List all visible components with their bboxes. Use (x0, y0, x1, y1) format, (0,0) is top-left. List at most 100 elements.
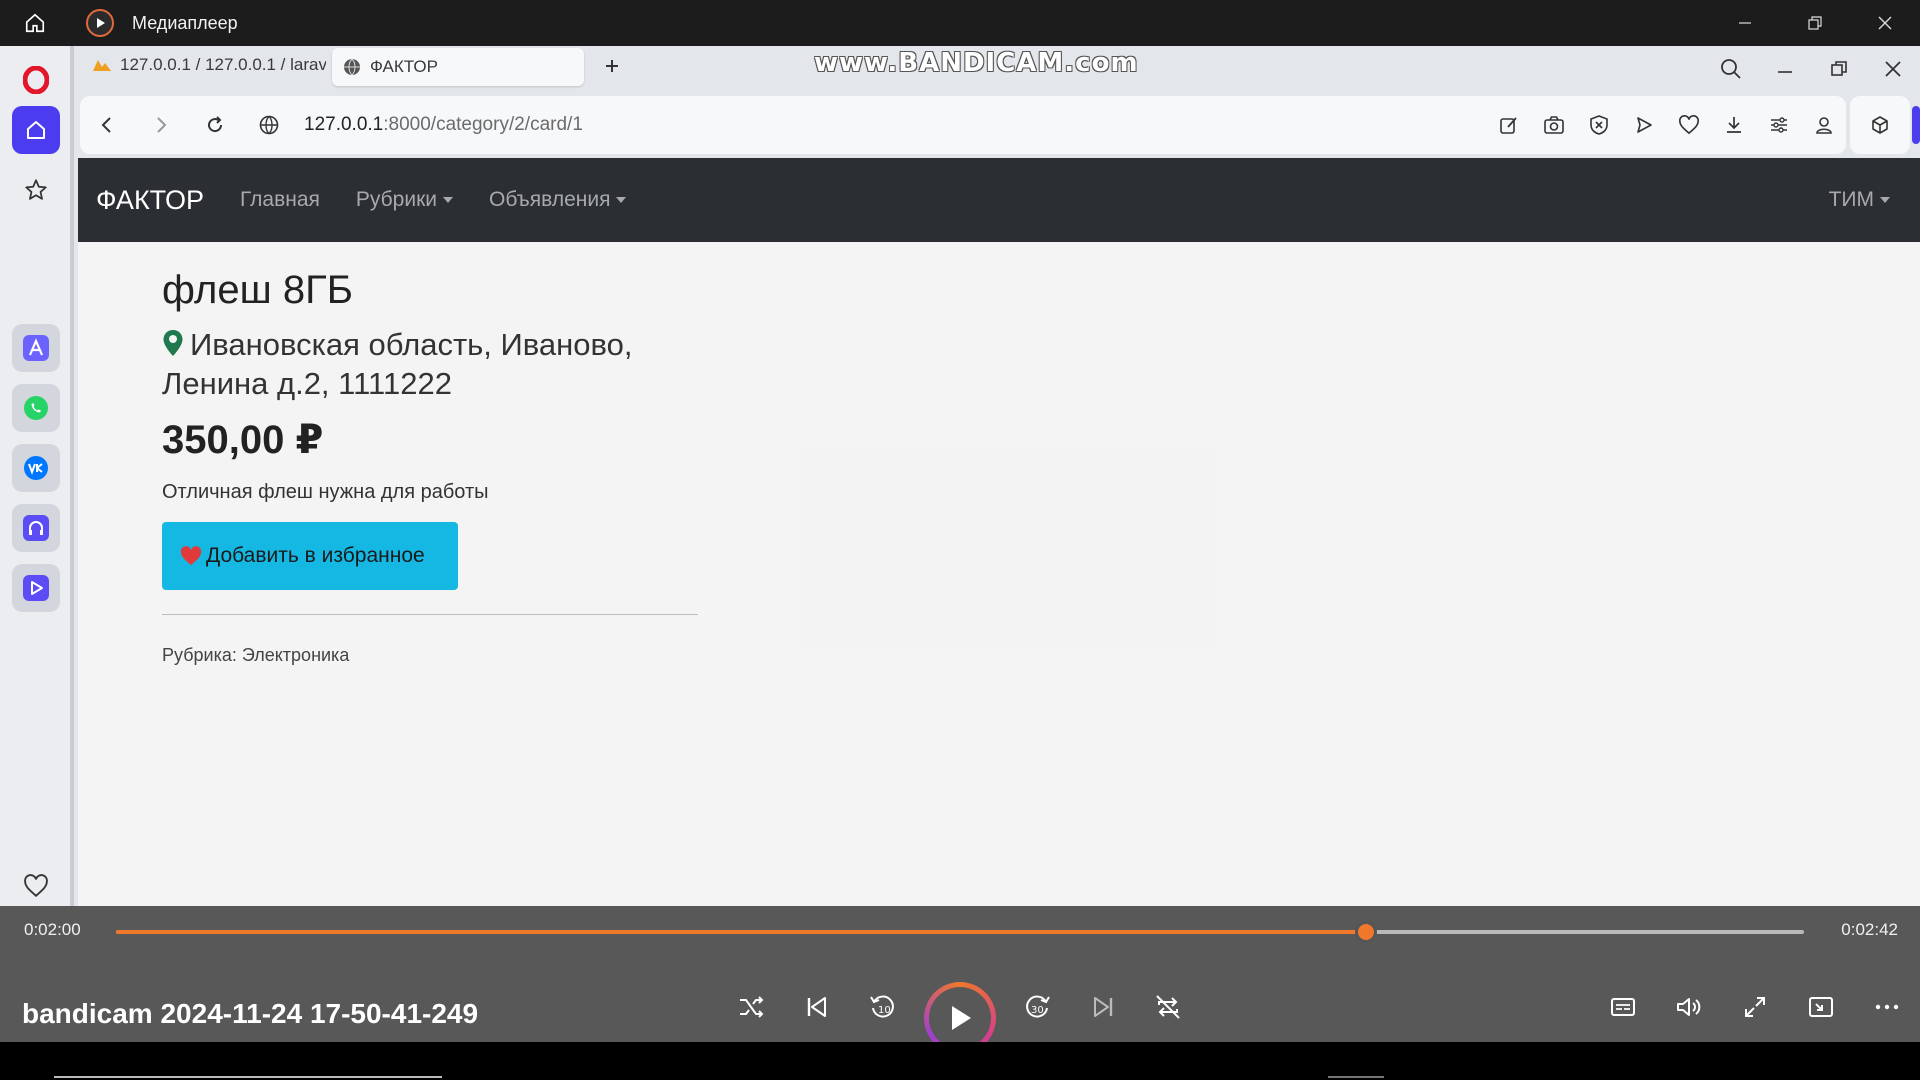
sidebar-favorites-button[interactable] (12, 862, 60, 910)
add-to-favorites-button[interactable]: Добавить в избранное (162, 522, 458, 590)
more-options-button[interactable] (1862, 982, 1912, 1032)
window-controls (1710, 0, 1920, 46)
new-tab-button[interactable] (598, 52, 626, 80)
subtitles-button[interactable] (1598, 982, 1648, 1032)
home-button[interactable] (0, 0, 70, 46)
media-player-titlebar: Медиаплеер (0, 0, 1920, 46)
address-bar: 127.0.0.1:8000/category/2/card/1 (80, 96, 1846, 154)
easy-setup-button[interactable] (1756, 96, 1801, 154)
fullscreen-button[interactable] (1730, 982, 1780, 1032)
sidebar-aria-button[interactable] (12, 324, 60, 372)
globe-icon (342, 57, 362, 77)
opera-menu-button[interactable] (12, 56, 60, 104)
chevron-left-icon (101, 117, 111, 133)
bookmark-page-button[interactable] (1666, 96, 1711, 154)
site-navbar: ФАКТОР Главная Рубрики Объявления ТИМ (78, 158, 1920, 242)
taskbar-indicator (54, 1076, 442, 1078)
url-field[interactable]: 127.0.0.1:8000/category/2/card/1 (304, 114, 583, 136)
tab-label: ФАКТОР (370, 57, 438, 76)
tab-faktor[interactable]: ФАКТОР (332, 48, 584, 86)
snapshot-button[interactable] (1531, 96, 1576, 154)
seek-bar-thumb[interactable] (1355, 921, 1378, 943)
repeat-off-button[interactable] (1143, 982, 1193, 1032)
play-icon (952, 1006, 971, 1030)
edit-icon (1499, 117, 1517, 134)
window-title: Медиаплеер (132, 12, 238, 33)
restore-icon (1831, 61, 1847, 76)
send-icon (1636, 117, 1652, 133)
globe-icon (259, 115, 279, 135)
user-menu-dropdown[interactable]: ТИМ (1829, 158, 1890, 242)
tab-phpmyadmin[interactable]: 127.0.0.1 / 127.0.0.1 / laravel (82, 46, 326, 84)
flow-button[interactable] (1621, 96, 1666, 154)
close-button[interactable] (1850, 0, 1920, 46)
plus-icon (606, 60, 618, 72)
seek-bar[interactable] (116, 921, 1804, 943)
player-controls: 0:02:00 0:02:42 bandicam 2024-11-24 17-5… (0, 906, 1920, 1054)
back-button[interactable] (80, 96, 134, 154)
media-player-logo-icon (86, 9, 114, 37)
forward-button[interactable] (134, 96, 188, 154)
downloads-button[interactable] (1711, 96, 1756, 154)
profile-button[interactable] (1801, 96, 1846, 154)
sidebar-player-button[interactable] (12, 564, 60, 612)
caret-down-icon (1880, 197, 1890, 203)
rewind-10-button[interactable]: 10 (858, 982, 908, 1032)
nav-home-label: Главная (239, 188, 320, 211)
sidebar-bookmarks-button[interactable] (12, 166, 60, 214)
caret-down-icon (616, 197, 627, 203)
minimize-icon (1778, 71, 1792, 73)
next-button[interactable] (1078, 982, 1128, 1032)
browser-restore-button[interactable] (1812, 46, 1866, 92)
restore-button[interactable] (1780, 0, 1850, 46)
opera-logo-icon (23, 66, 49, 94)
browser-minimize-button[interactable] (1758, 46, 1812, 92)
sliders-icon (1770, 117, 1787, 133)
taskbar-strip (0, 1042, 1920, 1080)
site-info-button[interactable] (242, 96, 296, 154)
heart-icon (180, 546, 202, 566)
miniplayer-button[interactable] (1796, 982, 1846, 1032)
camera-icon (1543, 116, 1564, 134)
caret-down-icon (443, 197, 454, 203)
nav-ads-dropdown[interactable]: Объявления (489, 188, 627, 212)
tab-label: 127.0.0.1 / 127.0.0.1 / laravel (120, 55, 326, 74)
shuffle-button[interactable] (727, 982, 777, 1032)
card-content: флеш 8ГБ Ивановская область, Иваново, Ле… (162, 242, 722, 666)
heart-icon (1678, 115, 1699, 135)
tab-search-button[interactable] (1704, 46, 1758, 92)
heart-icon (24, 874, 48, 897)
nav-home-link[interactable]: Главная (240, 188, 320, 212)
map-pin-icon (163, 330, 183, 356)
extensions-button[interactable] (1850, 96, 1910, 154)
previous-button[interactable] (792, 982, 842, 1032)
chevron-right-icon (157, 117, 167, 133)
download-icon (1726, 117, 1741, 133)
add-to-favorites-label: Добавить в избранное (206, 544, 425, 567)
shuffle-icon (740, 996, 764, 1018)
current-time: 0:02:00 (24, 920, 81, 939)
url-host: 127.0.0.1 (304, 114, 384, 135)
site-brand[interactable]: ФАКТОР (96, 185, 204, 216)
reload-button[interactable] (188, 96, 242, 154)
card-description: Отличная флеш нужна для работы (162, 481, 489, 503)
sidebar-whatsapp-button[interactable] (12, 384, 60, 432)
sidebar-home-button[interactable] (12, 106, 60, 154)
close-icon (1885, 61, 1901, 77)
forward-30-icon: 30 (1026, 995, 1050, 1018)
minimize-button[interactable] (1710, 0, 1780, 46)
user-icon (1815, 117, 1832, 134)
nav-rubrics-dropdown[interactable]: Рубрики (356, 188, 454, 212)
browser-close-button[interactable] (1866, 46, 1920, 92)
volume-button[interactable] (1664, 982, 1714, 1032)
edit-page-button[interactable] (1486, 96, 1531, 154)
bandicam-watermark: www.BANDICAM.com (814, 48, 1139, 78)
forward-30-button[interactable]: 30 (1012, 982, 1062, 1032)
tab-strip: 127.0.0.1 / 127.0.0.1 / laravel ФАКТОР w… (74, 46, 1920, 92)
phpmyadmin-favicon-icon (92, 55, 112, 75)
sidebar-vk-button[interactable] (12, 444, 60, 492)
svg-text:10: 10 (878, 1005, 891, 1016)
sidebar-music-button[interactable] (12, 504, 60, 552)
adblock-button[interactable] (1576, 96, 1621, 154)
home-icon (27, 121, 45, 139)
